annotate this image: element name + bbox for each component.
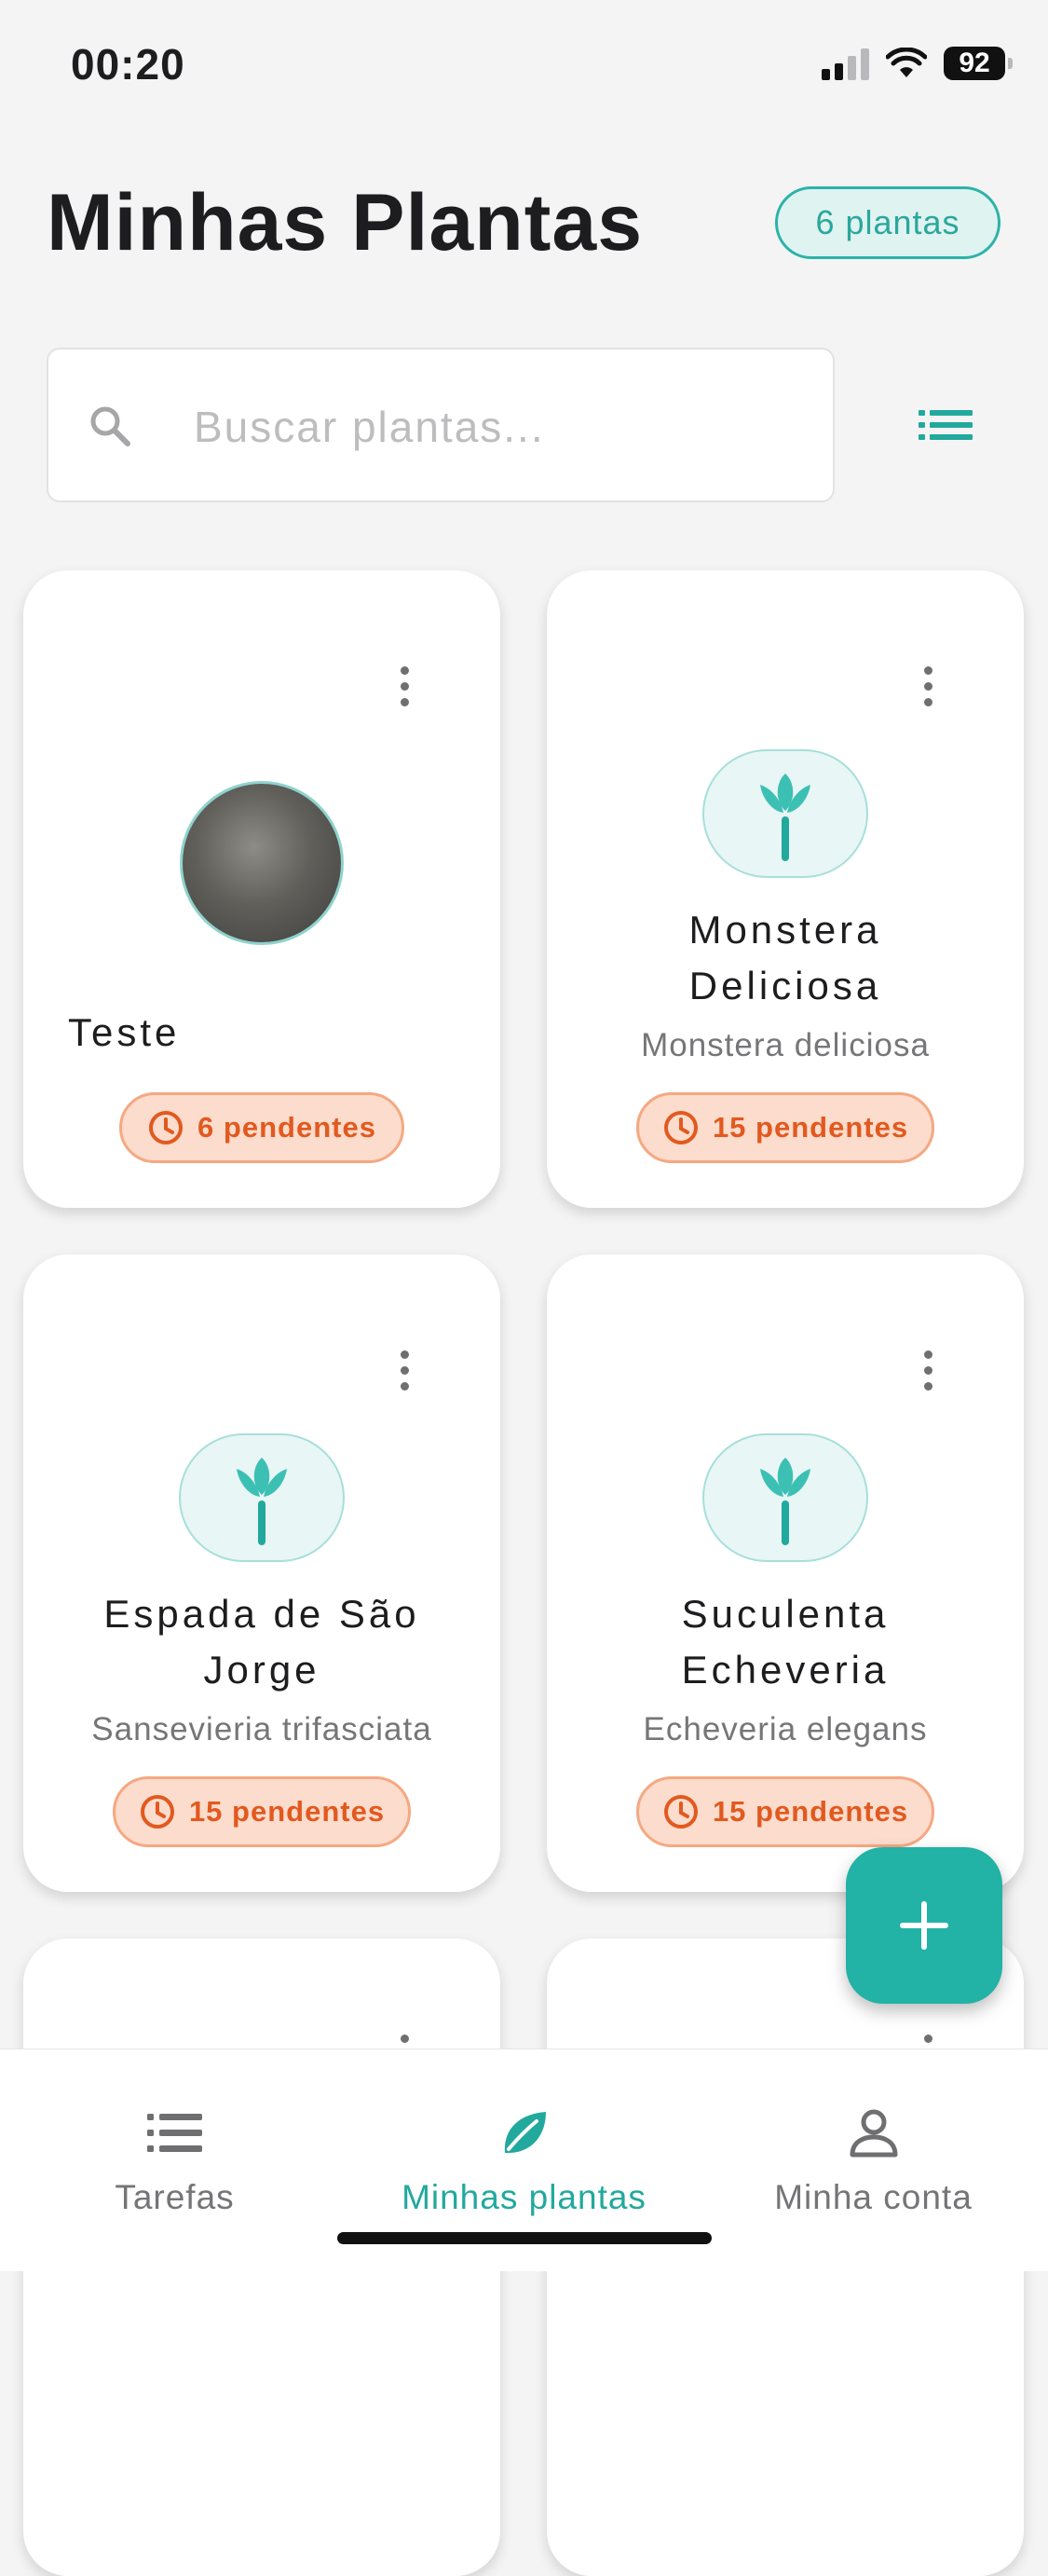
- plant-name-line2: Jorge: [203, 1648, 320, 1692]
- plant-placeholder-avatar: [179, 1433, 345, 1562]
- pending-label: 15 pendentes: [712, 1111, 909, 1144]
- more-options-button[interactable]: [381, 656, 428, 716]
- status-icons: 92: [822, 45, 1013, 82]
- status-time: 00:20: [71, 40, 185, 89]
- plant-name: Espada de São: [103, 1592, 420, 1636]
- plant-name: Teste: [68, 1010, 181, 1054]
- plant-scientific-name: Sansevieria trifasciata: [91, 1711, 432, 1747]
- plant-scientific-name: Monstera deliciosa: [641, 1027, 930, 1063]
- pending-label: 15 pendentes: [712, 1795, 909, 1828]
- list-view-icon: [919, 410, 973, 440]
- plant-name: Suculenta: [681, 1592, 890, 1636]
- plant-card[interactable]: Espada de São Jorge Sansevieria trifasci…: [23, 1254, 500, 1892]
- pending-tasks-badge[interactable]: 15 pendentes: [113, 1776, 411, 1847]
- nav-label: Minhas plantas: [402, 2178, 646, 2216]
- plant-name: Monstera: [688, 908, 882, 952]
- search-icon: [90, 406, 130, 446]
- plant-placeholder-avatar: [702, 749, 868, 878]
- clock-icon: [149, 1111, 184, 1144]
- pending-tasks-badge[interactable]: 15 pendentes: [636, 1092, 934, 1163]
- more-options-button[interactable]: [381, 1340, 428, 1400]
- pending-label: 6 pendentes: [197, 1111, 376, 1144]
- plant-card[interactable]: Suculenta Echeveria Echeveria elegans 15…: [547, 1254, 1024, 1892]
- plant-icon: [237, 1458, 287, 1545]
- home-indicator: [337, 2232, 712, 2244]
- more-options-button[interactable]: [905, 656, 951, 716]
- plus-icon: [900, 1901, 948, 1950]
- nav-item-minhas-plantas[interactable]: Minhas plantas: [349, 2049, 699, 2236]
- add-plant-button[interactable]: [846, 1847, 1002, 2004]
- leaf-icon: [504, 2112, 546, 2153]
- battery-level: 92: [959, 48, 990, 78]
- nav-item-minha-conta[interactable]: Minha conta: [699, 2049, 1048, 2236]
- plant-placeholder-avatar: [702, 1433, 868, 1562]
- view-toggle-button[interactable]: [907, 397, 986, 453]
- plant-scientific-name: Echeveria elegans: [643, 1711, 928, 1747]
- search-box[interactable]: [47, 348, 835, 502]
- plant-icon: [760, 774, 810, 861]
- plant-name-line2: Echeveria: [681, 1648, 890, 1692]
- clock-icon: [140, 1795, 174, 1829]
- plant-photo: [180, 781, 344, 945]
- search-input[interactable]: [192, 387, 792, 467]
- nav-item-tarefas[interactable]: Tarefas: [0, 2049, 349, 2236]
- nav-label: Tarefas: [115, 2178, 235, 2216]
- list-icon: [146, 2114, 202, 2152]
- pending-tasks-badge[interactable]: 15 pendentes: [636, 1776, 934, 1847]
- battery-icon: 92: [944, 47, 1013, 80]
- plant-name-line2: Deliciosa: [688, 964, 882, 1007]
- pending-tasks-badge[interactable]: 6 pendentes: [119, 1092, 404, 1163]
- clock-icon: [663, 1111, 698, 1144]
- person-icon: [850, 2109, 897, 2158]
- clock-icon: [663, 1795, 698, 1829]
- more-options-button[interactable]: [905, 1340, 951, 1400]
- pending-label: 15 pendentes: [188, 1795, 386, 1828]
- plant-icon: [760, 1458, 810, 1545]
- plant-count-badge: 6 plantas: [775, 186, 1000, 259]
- status-bar: 00:20 92: [0, 0, 1048, 130]
- plant-card[interactable]: Teste 6 pendentes: [23, 570, 500, 1208]
- page-title: Minhas Plantas: [47, 178, 644, 267]
- plant-card[interactable]: Monstera Deliciosa Monstera deliciosa 15…: [547, 570, 1024, 1208]
- nav-label: Minha conta: [774, 2178, 973, 2216]
- cellular-signal-icon: [822, 47, 869, 80]
- wifi-icon: [886, 48, 927, 77]
